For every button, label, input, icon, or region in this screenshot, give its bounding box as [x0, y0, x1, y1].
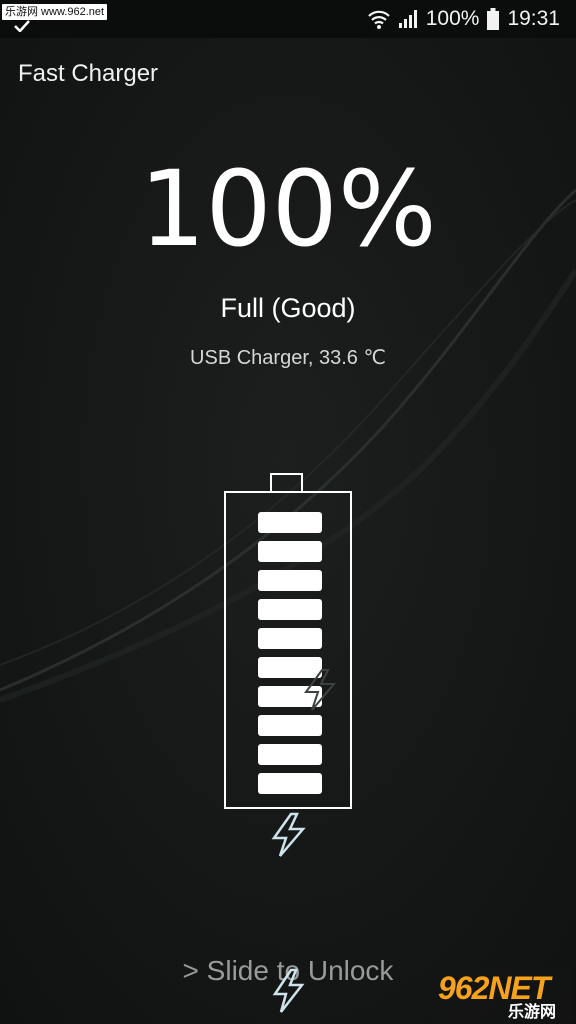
- battery-level-bar: [258, 541, 322, 562]
- battery-level-bar: [258, 628, 322, 649]
- status-battery-percent: 100%: [425, 7, 480, 30]
- battery-level-bar: [258, 512, 322, 533]
- battery-cap: [270, 473, 303, 491]
- battery-level-bar: [258, 570, 322, 591]
- battery-percent-display: 100%: [139, 148, 437, 270]
- charger-details-text: USB Charger, 33.6 ℃: [190, 347, 386, 369]
- app-title: Fast Charger: [18, 60, 159, 87]
- watermark-site: 乐游网: [508, 1004, 557, 1021]
- battery-body: [224, 491, 352, 809]
- check-icon: [14, 20, 30, 32]
- battery-status-icon: [487, 8, 500, 30]
- lightning-bolt-icon: [271, 812, 306, 857]
- battery-level-bar: [258, 773, 322, 794]
- lightning-bolt-icon: [304, 669, 337, 711]
- battery-level-bar: [258, 599, 322, 620]
- lightning-bolt-icon[interactable]: [270, 968, 306, 1014]
- battery-level-bar: [258, 744, 322, 765]
- status-bar: 乐游网 www.962.net 100% 19:31: [0, 0, 576, 38]
- bottom-watermark: 962NET 乐游网: [430, 970, 572, 1022]
- battery-status-text: Full (Good): [220, 293, 356, 323]
- top-watermark: 乐游网 www.962.net: [2, 4, 108, 20]
- battery-level-bar: [258, 715, 322, 736]
- wifi-icon: [367, 10, 390, 29]
- status-right-group: 100% 19:31: [367, 0, 560, 38]
- status-time: 19:31: [507, 7, 560, 30]
- battery-level-bars: [258, 512, 322, 802]
- signal-icon: [398, 10, 417, 28]
